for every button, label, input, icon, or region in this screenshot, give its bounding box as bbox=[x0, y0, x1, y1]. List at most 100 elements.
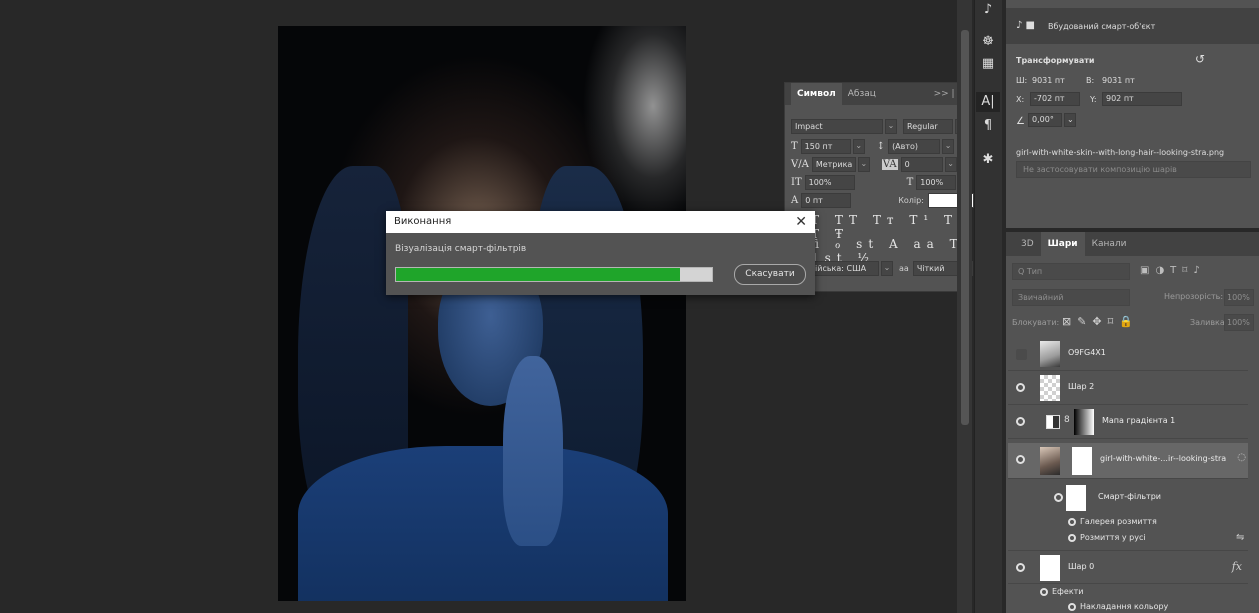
leading-field[interactable]: (Авто) bbox=[888, 139, 941, 154]
height-label: В: bbox=[1086, 76, 1095, 85]
angle-icon: ∠ bbox=[1016, 116, 1025, 127]
layer-filter-icons[interactable]: ▣◑T⌑♪ bbox=[1140, 265, 1206, 276]
chevron-down-icon[interactable]: ⌄ bbox=[944, 157, 957, 172]
font-size-field[interactable]: 150 пт bbox=[800, 139, 851, 154]
tracking-field[interactable]: 0 bbox=[900, 157, 943, 172]
width-value[interactable]: 9031 пт bbox=[1032, 76, 1065, 85]
antialias-select[interactable]: Чіткий bbox=[912, 261, 959, 276]
eye-icon[interactable] bbox=[1016, 455, 1025, 464]
effect-item[interactable]: Накладання кольору bbox=[1068, 602, 1168, 611]
layer-filter-input[interactable]: Q Тип bbox=[1012, 263, 1130, 280]
rotate-icon[interactable]: ↺ bbox=[1195, 52, 1205, 66]
progress-dialog: Виконання ✕ Візуалізація смарт-фільтрів … bbox=[386, 211, 815, 295]
dialog-title: Виконання bbox=[394, 216, 452, 227]
grid-icon[interactable]: ▦ bbox=[976, 54, 1000, 74]
filter-item[interactable]: Галерея розмиття bbox=[1068, 517, 1157, 526]
layer-thumbnail bbox=[1040, 375, 1060, 401]
angle-field[interactable]: 0,00° bbox=[1028, 113, 1062, 127]
chevron-down-icon[interactable]: ⌄ bbox=[885, 119, 897, 134]
fill-label: Заливка: bbox=[1190, 318, 1228, 327]
layer-mask-thumbnail bbox=[1074, 409, 1094, 435]
canvas-image[interactable] bbox=[278, 26, 686, 601]
filter-item[interactable]: Розмиття у русі bbox=[1068, 533, 1146, 542]
layer-row[interactable]: 8 Мапа градієнта 1 bbox=[1008, 405, 1248, 439]
baseline-shift-field[interactable]: 0 пт bbox=[801, 193, 852, 208]
linked-filename: girl-with-white-skin--with-long-hair--lo… bbox=[1016, 148, 1225, 157]
chevron-down-icon[interactable]: ⌄ bbox=[1064, 113, 1076, 127]
kerning-field[interactable]: Метрика bbox=[811, 157, 856, 172]
lock-icons[interactable]: ⊠✎✥⌑🔒 bbox=[1062, 315, 1139, 328]
layer-name[interactable]: Шар 2 bbox=[1068, 382, 1094, 391]
leading-icon: ↕ bbox=[876, 141, 886, 152]
scrollbar-thumb[interactable] bbox=[961, 30, 969, 425]
eye-icon[interactable] bbox=[1040, 587, 1048, 596]
tab-layers[interactable]: Шари bbox=[1040, 232, 1085, 256]
layer-row[interactable]: O9FG4X1 bbox=[1008, 337, 1248, 371]
font-style-select[interactable]: Regular bbox=[903, 119, 953, 134]
smart-filters-label[interactable]: Смарт-фільтри bbox=[1098, 492, 1161, 501]
layer-name[interactable]: Шар 0 bbox=[1068, 562, 1094, 571]
x-label: X: bbox=[1016, 95, 1025, 104]
properties-icon[interactable]: ♪ bbox=[976, 0, 1000, 20]
eye-icon[interactable] bbox=[1016, 417, 1025, 426]
image-hands bbox=[503, 356, 563, 546]
horizontal-scale-field[interactable]: 100% bbox=[916, 175, 957, 190]
effects-item[interactable]: Ефекти bbox=[1040, 587, 1084, 596]
tab-3d[interactable]: 3D bbox=[1014, 232, 1041, 256]
paragraph-icon[interactable]: ¶ bbox=[976, 116, 1000, 136]
effects-label: Ефекти bbox=[1052, 587, 1084, 596]
chevron-down-icon[interactable]: ⌄ bbox=[881, 261, 893, 276]
character-panel-tabs: Символ Абзац >> | ≡ bbox=[785, 83, 971, 105]
kerning-icon: V/A bbox=[791, 159, 809, 170]
3d-icon[interactable]: ☸ bbox=[976, 32, 1000, 52]
smart-filters-row[interactable]: Смарт-фільтри bbox=[1008, 481, 1248, 513]
eye-icon[interactable] bbox=[1016, 563, 1025, 572]
link-icon[interactable]: 8 bbox=[1064, 415, 1070, 425]
font-size-icon: T bbox=[791, 141, 798, 152]
eye-icon[interactable] bbox=[1068, 602, 1076, 611]
lock-label: Блокувати: bbox=[1012, 318, 1060, 327]
x-field[interactable]: -702 пт bbox=[1030, 92, 1080, 106]
layer-row[interactable]: Шар 0 fx bbox=[1008, 550, 1248, 584]
tab-character[interactable]: Символ bbox=[791, 83, 842, 105]
layer-name[interactable]: O9FG4X1 bbox=[1068, 348, 1106, 357]
chevron-down-icon[interactable]: ⌄ bbox=[852, 139, 865, 154]
filter-options-icon[interactable]: ⇋ bbox=[1236, 532, 1244, 543]
fx-icon[interactable]: fx bbox=[1232, 560, 1242, 573]
image-shirt bbox=[298, 446, 668, 601]
tab-channels[interactable]: Канали bbox=[1085, 232, 1134, 256]
vertical-scale-icon: IT bbox=[791, 177, 802, 188]
vertical-scale-field[interactable]: 100% bbox=[804, 175, 855, 190]
effect-name: Накладання кольору bbox=[1080, 602, 1169, 611]
visibility-toggle[interactable] bbox=[1016, 349, 1027, 360]
progress-bar bbox=[395, 267, 713, 282]
smart-filter-mask-thumbnail bbox=[1066, 485, 1086, 511]
y-field[interactable]: 902 пт bbox=[1102, 92, 1182, 106]
eye-icon[interactable] bbox=[1068, 533, 1076, 542]
layer-thumbnail bbox=[1040, 555, 1060, 581]
blend-mode-select[interactable]: Звичайний bbox=[1012, 289, 1130, 306]
cancel-button[interactable]: Скасувати bbox=[734, 264, 806, 285]
tab-paragraph[interactable]: Абзац bbox=[842, 83, 882, 105]
filter-name: Розмиття у русі bbox=[1080, 533, 1146, 542]
filter-mask-thumbnail bbox=[1072, 447, 1092, 475]
layer-row-selected[interactable]: girl-with-white-...ir--looking-stra ◌ bbox=[1008, 443, 1248, 479]
chevron-down-icon[interactable]: ⌄ bbox=[857, 157, 870, 172]
filter-name: Галерея розмиття bbox=[1080, 517, 1157, 526]
height-value[interactable]: 9031 пт bbox=[1102, 76, 1135, 85]
eye-icon[interactable] bbox=[1068, 517, 1076, 526]
fill-field[interactable]: 100% bbox=[1224, 314, 1254, 331]
layer-comp-select[interactable]: Не застосовувати композицію шарів bbox=[1016, 161, 1251, 178]
layer-name[interactable]: Мапа градієнта 1 bbox=[1102, 416, 1175, 425]
eye-icon[interactable] bbox=[1016, 383, 1025, 392]
font-family-select[interactable]: Impact bbox=[791, 119, 883, 134]
layer-name[interactable]: girl-with-white-...ir--looking-stra bbox=[1100, 454, 1226, 463]
gear-icon[interactable]: ✱ bbox=[976, 150, 1000, 170]
opacity-field[interactable]: 100% bbox=[1224, 289, 1254, 306]
close-icon[interactable]: ✕ bbox=[795, 211, 807, 233]
smart-object-type: Вбудований смарт-об'єкт bbox=[1048, 22, 1156, 31]
eye-icon[interactable] bbox=[1054, 493, 1063, 502]
chevron-down-icon[interactable]: ⌄ bbox=[942, 139, 955, 154]
character-icon[interactable]: A| bbox=[976, 92, 1000, 112]
layer-row[interactable]: Шар 2 bbox=[1008, 371, 1248, 405]
